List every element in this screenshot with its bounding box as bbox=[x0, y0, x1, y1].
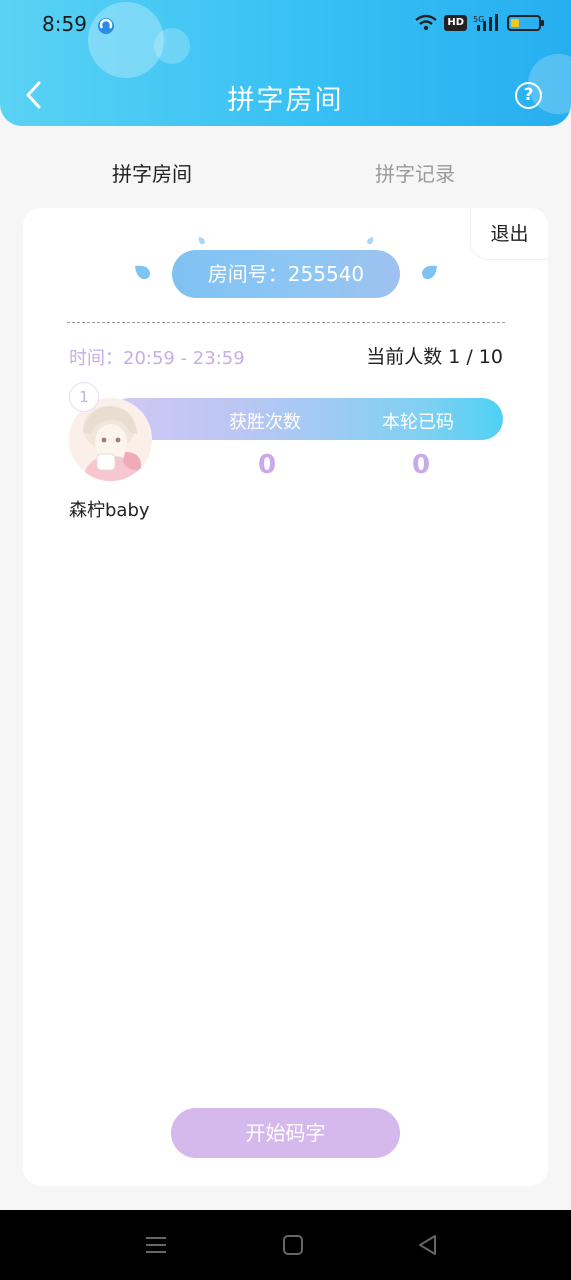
question-circle-icon: ? bbox=[523, 85, 534, 105]
help-button[interactable]: ? bbox=[515, 82, 542, 109]
exit-button[interactable]: 退出 bbox=[470, 208, 548, 260]
water-drop-icon bbox=[135, 265, 150, 280]
player-count: 当前人数 1 / 10 bbox=[366, 346, 503, 368]
typed-header: 本轮已码 bbox=[382, 412, 454, 433]
system-nav-bar bbox=[0, 1210, 571, 1280]
rank-badge: 1 bbox=[69, 382, 99, 412]
player-name: 森柠baby bbox=[69, 500, 150, 521]
status-indicators: HD 5G bbox=[414, 14, 544, 32]
app-notification-icon bbox=[98, 18, 114, 34]
water-drop-icon bbox=[422, 265, 437, 280]
tab-bar: 拼字房间 拼字记录 bbox=[0, 150, 571, 194]
network-type: 5G bbox=[473, 15, 484, 24]
tab-spelling-room[interactable]: 拼字房间 bbox=[112, 158, 192, 187]
water-drop-icon bbox=[367, 237, 374, 245]
decorative-bubble bbox=[154, 28, 190, 64]
home-square-icon[interactable] bbox=[280, 1232, 306, 1258]
hd-badge: HD bbox=[444, 15, 467, 31]
water-drop-icon bbox=[198, 237, 205, 245]
decorative-bubble bbox=[88, 2, 164, 78]
room-time: 时间：20:59 - 23:59 bbox=[69, 348, 245, 369]
wins-header: 获胜次数 bbox=[229, 412, 301, 433]
page-title: 拼字房间 bbox=[227, 85, 344, 116]
tab-spelling-record[interactable]: 拼字记录 bbox=[375, 158, 455, 187]
menu-icon[interactable] bbox=[143, 1232, 169, 1258]
wins-value: 0 bbox=[257, 450, 277, 480]
dashed-divider bbox=[67, 322, 505, 323]
triangle-back-icon[interactable] bbox=[415, 1232, 441, 1258]
room-number-badge: 房间号：255540 bbox=[172, 250, 400, 298]
signal-icon: 5G bbox=[473, 14, 498, 31]
room-card: 退出 房间号：255540 时间：20:59 - 23:59 当前人数 1 / … bbox=[23, 208, 548, 1186]
battery-icon bbox=[507, 15, 544, 31]
player-row: 获胜次数 本轮已码 0 0 1 森柠baby bbox=[69, 382, 503, 540]
status-time: 8:59 bbox=[42, 12, 87, 36]
typed-value: 0 bbox=[411, 450, 431, 480]
wifi-icon bbox=[415, 14, 438, 31]
app-header: 8:59 HD 5G 拼字房间 ? bbox=[0, 0, 571, 126]
player-stats-bar: 获胜次数 本轮已码 bbox=[109, 398, 503, 440]
start-typing-button[interactable]: 开始码字 bbox=[171, 1108, 400, 1158]
